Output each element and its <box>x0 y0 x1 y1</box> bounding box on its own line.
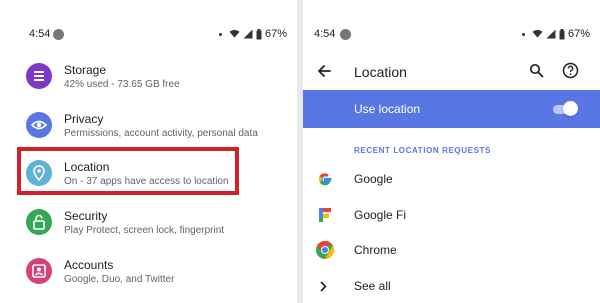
see-all-row[interactable]: See all <box>303 271 600 301</box>
spotify-notification-icon <box>340 29 351 40</box>
spotify-notification-icon <box>53 29 64 40</box>
chrome-icon <box>316 241 335 259</box>
settings-item-subtitle: Google, Duo, and Twitter <box>64 274 175 285</box>
recent-app-name: Google <box>354 172 393 186</box>
settings-item-security[interactable]: Security Play Protect, screen lock, fing… <box>0 201 297 247</box>
wifi-icon <box>229 29 240 38</box>
storage-icon <box>26 63 52 89</box>
use-location-row[interactable]: Use location <box>303 90 600 128</box>
accounts-icon <box>26 258 52 284</box>
settings-screen: 4:54 67% Storage 42% used - 73.65 GB fre… <box>0 0 297 303</box>
settings-item-storage[interactable]: Storage 42% used - 73.65 GB free <box>0 55 297 101</box>
wifi-icon <box>532 29 543 38</box>
status-bar: 4:54 67% <box>303 27 600 43</box>
battery-percent: 67% <box>567 28 590 40</box>
cell-signal-icon <box>243 29 253 39</box>
status-bar: 4:54 67% <box>0 27 297 43</box>
status-time: 4:54 <box>29 28 51 40</box>
settings-item-subtitle: Play Protect, screen lock, fingerprint <box>64 225 225 236</box>
location-highlight-box <box>17 147 239 195</box>
google-g-icon <box>318 173 332 186</box>
location-screen: 4:54 67% Location Use location RECENT LO… <box>303 0 600 303</box>
cell-signal-icon <box>546 29 556 39</box>
search-icon[interactable] <box>529 63 544 78</box>
see-all-label: See all <box>354 279 391 293</box>
settings-item-subtitle: 42% used - 73.65 GB free <box>64 79 180 90</box>
settings-item-title: Storage <box>64 63 107 77</box>
toggle-knob <box>563 101 578 116</box>
status-time: 4:54 <box>314 28 336 40</box>
settings-item-subtitle: Permissions, account activity, personal … <box>64 128 258 139</box>
settings-item-title: Security <box>64 209 108 223</box>
privacy-eye-icon <box>26 112 52 138</box>
help-icon[interactable] <box>562 62 579 79</box>
battery-icon <box>559 28 565 39</box>
google-fi-icon <box>319 208 331 222</box>
settings-item-accounts[interactable]: Accounts Google, Duo, and Twitter <box>0 250 297 296</box>
lock-icon <box>26 209 52 235</box>
battery-icon <box>256 28 262 39</box>
use-location-label: Use location <box>354 102 421 116</box>
recent-app-chrome[interactable]: Chrome <box>303 235 600 265</box>
settings-item-privacy[interactable]: Privacy Permissions, account activity, p… <box>0 104 297 150</box>
notification-dot-icon <box>218 32 222 36</box>
back-arrow-icon[interactable] <box>316 63 332 79</box>
battery-percent: 67% <box>264 28 287 40</box>
recent-app-name: Chrome <box>354 243 397 257</box>
recent-app-name: Google Fi <box>354 208 407 222</box>
notification-dot-icon <box>521 32 525 36</box>
settings-item-title: Accounts <box>64 258 114 272</box>
page-title: Location <box>354 64 407 80</box>
settings-item-title: Privacy <box>64 112 104 126</box>
recent-requests-header: RECENT LOCATION REQUESTS <box>354 146 491 155</box>
recent-app-google[interactable]: Google <box>303 164 600 194</box>
recent-app-google-fi[interactable]: Google Fi <box>303 200 600 230</box>
chevron-right-icon <box>320 281 327 292</box>
